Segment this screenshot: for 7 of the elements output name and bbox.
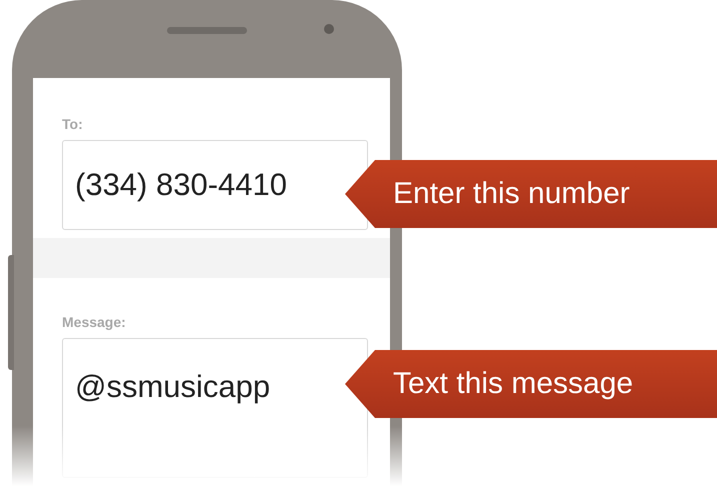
- camera-dot: [324, 24, 334, 34]
- callout-banner: Enter this number: [345, 160, 717, 228]
- input-field[interactable]: @ssmusicapp: [62, 338, 368, 478]
- input-field[interactable]: (334) 830-4410: [62, 140, 368, 230]
- field-label: Message:: [62, 314, 127, 330]
- callout-banner: Text this message: [345, 350, 717, 418]
- field-label: To:: [62, 116, 84, 132]
